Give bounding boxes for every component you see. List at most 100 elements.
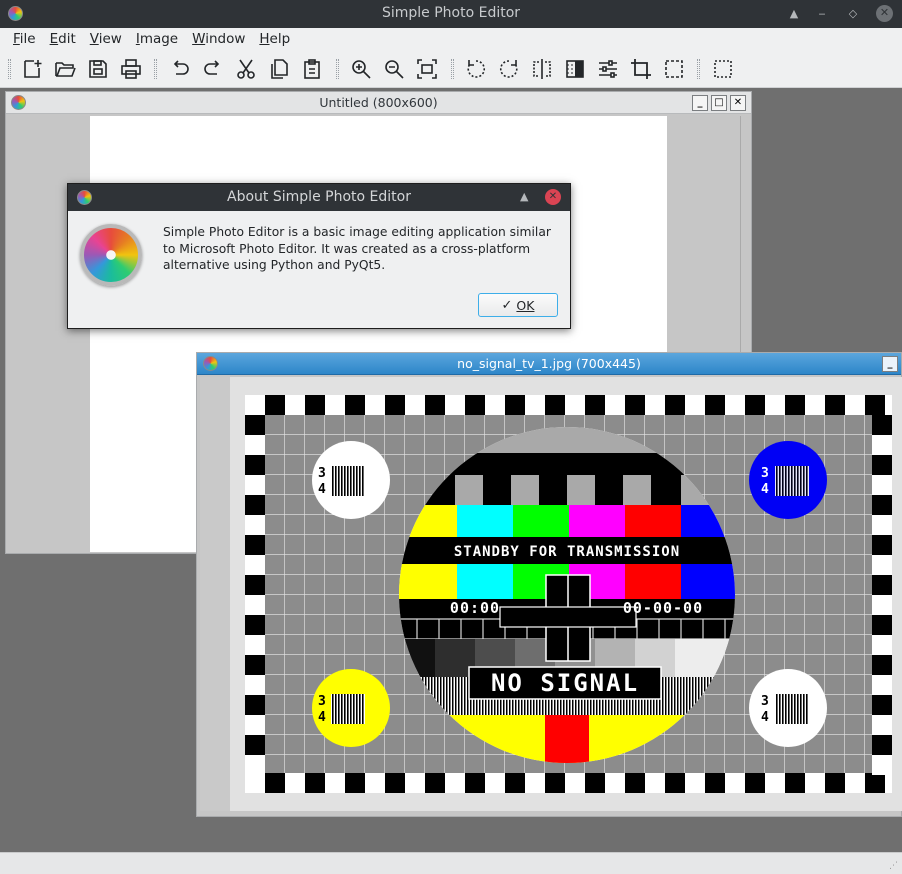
checker-square — [885, 773, 902, 793]
redo-icon[interactable] — [200, 56, 226, 82]
untitled-window-titlebar[interactable]: Untitled (800x600) _ □ ✕ — [6, 92, 751, 114]
toolbar-separator — [697, 59, 700, 79]
select-icon[interactable] — [661, 56, 687, 82]
menu-image[interactable]: Image — [129, 31, 185, 47]
zoom-in-icon[interactable] — [348, 56, 374, 82]
checker-square — [545, 395, 565, 415]
close-icon[interactable]: ✕ — [876, 5, 893, 22]
checker-square — [665, 395, 685, 415]
checker-square — [245, 655, 265, 675]
checker-square — [405, 395, 425, 415]
checker-square — [685, 773, 705, 793]
menu-help[interactable]: Help — [252, 31, 297, 47]
select-all-icon[interactable] — [710, 56, 736, 82]
checker-square — [265, 395, 285, 415]
open-folder-icon[interactable] — [52, 56, 78, 82]
rotate-right-icon[interactable] — [496, 56, 522, 82]
about-dialog: About Simple Photo Editor ▲ ✕ Simple Pho… — [67, 183, 571, 329]
checker-square — [872, 655, 892, 675]
checker-square — [872, 535, 892, 555]
maximize-icon[interactable]: □ — [711, 95, 727, 111]
checker-square — [565, 395, 585, 415]
rotate-left-icon[interactable] — [463, 56, 489, 82]
checker-square — [365, 395, 385, 415]
checker-square — [525, 773, 545, 793]
checker-square — [305, 395, 325, 415]
menu-view[interactable]: View — [83, 31, 129, 47]
image-window-titlebar[interactable]: no_signal_tv_1.jpg (700x445) _ — [197, 353, 901, 375]
barcode — [331, 694, 365, 724]
checker-square — [885, 395, 902, 415]
crop-icon[interactable] — [628, 56, 654, 82]
checker-square — [285, 773, 305, 793]
checker-square — [872, 455, 892, 475]
checker-square — [325, 395, 345, 415]
new-file-icon[interactable] — [19, 56, 45, 82]
checker-square — [285, 395, 305, 415]
checker-square — [465, 773, 485, 793]
checker-square — [325, 773, 345, 793]
checker-square — [805, 773, 825, 793]
checker-square — [245, 755, 265, 775]
checker-square — [665, 773, 685, 793]
keep-above-icon[interactable]: ▲ — [520, 190, 528, 203]
about-dialog-titlebar[interactable]: About Simple Photo Editor ▲ ✕ — [68, 184, 570, 211]
checker-square — [872, 595, 892, 615]
close-icon[interactable]: ✕ — [730, 95, 746, 111]
checker-square — [245, 635, 265, 655]
paste-icon[interactable] — [299, 56, 325, 82]
checker-square — [865, 395, 885, 415]
checker-square — [645, 395, 665, 415]
copy-icon[interactable] — [266, 56, 292, 82]
close-icon[interactable]: ✕ — [545, 189, 561, 205]
checker-square — [465, 395, 485, 415]
toolbar-grip — [8, 59, 11, 79]
corner-digit: 3 — [761, 466, 769, 481]
fit-window-icon[interactable] — [414, 56, 440, 82]
menu-edit[interactable]: Edit — [43, 31, 83, 47]
test-card-image[interactable]: 3 4 3 4 3 4 3 4 STANDBY FOR TRANSMISSION… — [245, 395, 902, 793]
minimize-icon[interactable]: _ — [882, 356, 898, 372]
checker-square — [785, 773, 805, 793]
checker-square — [445, 773, 465, 793]
menu-window[interactable]: Window — [185, 31, 252, 47]
save-icon[interactable] — [85, 56, 111, 82]
zoom-out-icon[interactable] — [381, 56, 407, 82]
checker-square — [245, 535, 265, 555]
flip-horizontal-icon[interactable] — [529, 56, 555, 82]
main-titlebar: Simple Photo Editor ▲ ‒ ◇ ✕ — [0, 0, 902, 28]
checker-square — [245, 475, 265, 495]
checker-square — [505, 773, 525, 793]
checker-square — [872, 435, 892, 455]
color-bars-top — [399, 505, 735, 537]
checker-square — [405, 773, 425, 793]
about-dialog-title: About Simple Photo Editor — [227, 189, 411, 205]
invert-icon[interactable] — [562, 56, 588, 82]
checker-square — [872, 475, 892, 495]
ok-button[interactable]: ✓ OK — [478, 293, 558, 317]
checker-square — [345, 395, 365, 415]
checker-square — [245, 595, 265, 615]
minimize-icon[interactable]: ‒ — [814, 6, 830, 22]
menu-file[interactable]: File — [6, 31, 43, 47]
about-message: Simple Photo Editor is a basic image edi… — [163, 225, 551, 272]
no-signal-label: NO SIGNAL — [491, 669, 639, 697]
size-grip-icon[interactable]: ⋰ — [889, 861, 898, 871]
checker-square — [385, 395, 405, 415]
undo-icon[interactable] — [167, 56, 193, 82]
print-icon[interactable] — [118, 56, 144, 82]
checker-square — [345, 773, 365, 793]
checker-square — [485, 773, 505, 793]
corner-digit: 4 — [761, 710, 769, 725]
cut-icon[interactable] — [233, 56, 259, 82]
minimize-icon[interactable]: _ — [692, 95, 708, 111]
maximize-icon[interactable]: ◇ — [845, 6, 861, 22]
toolbar-separator — [336, 59, 339, 79]
checker-square — [245, 715, 265, 735]
toolbar — [0, 50, 902, 88]
adjust-icon[interactable] — [595, 56, 621, 82]
keep-above-icon[interactable]: ▲ — [786, 6, 802, 22]
corner-digit: 4 — [318, 482, 326, 497]
checker-square — [605, 773, 625, 793]
checker-square — [765, 395, 785, 415]
